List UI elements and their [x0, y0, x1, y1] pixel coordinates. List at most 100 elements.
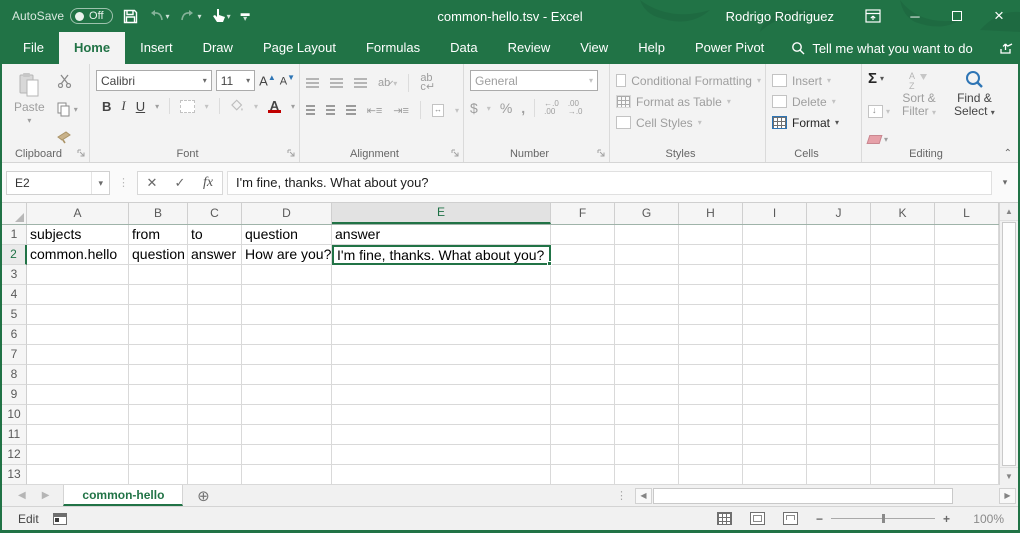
vertical-scrollbar[interactable]: ▲ ▼ [999, 203, 1018, 485]
cell-H7[interactable] [679, 345, 743, 365]
autosum-button[interactable]: Σ [868, 70, 877, 87]
cell-G7[interactable] [615, 345, 679, 365]
share-button[interactable]: Share [989, 41, 1020, 56]
top-align-icon[interactable] [306, 78, 319, 88]
tab-view[interactable]: View [565, 32, 623, 64]
merge-center-dropdown-icon[interactable]: ▾ [455, 106, 459, 115]
cell-E3[interactable] [332, 265, 551, 285]
column-header-C[interactable]: C [188, 203, 242, 224]
row-header-6[interactable]: 6 [2, 325, 27, 345]
cell-L6[interactable] [935, 325, 999, 345]
column-header-L[interactable]: L [935, 203, 999, 224]
cut-icon[interactable] [57, 74, 72, 88]
ribbon-display-options-button[interactable] [852, 0, 894, 32]
cell-D12[interactable] [242, 445, 332, 465]
cell-I11[interactable] [743, 425, 807, 445]
cell-I6[interactable] [743, 325, 807, 345]
cell-B12[interactable] [129, 445, 188, 465]
cell-K6[interactable] [871, 325, 935, 345]
cell-F3[interactable] [551, 265, 615, 285]
tab-help[interactable]: Help [623, 32, 680, 64]
page-layout-view-icon[interactable] [750, 512, 765, 525]
zoom-in-button[interactable]: + [943, 512, 950, 526]
cell-D3[interactable] [242, 265, 332, 285]
maximize-button[interactable] [936, 0, 978, 32]
cell-J2[interactable] [807, 245, 871, 265]
row-header-10[interactable]: 10 [2, 405, 27, 425]
cell-J3[interactable] [807, 265, 871, 285]
cell-K11[interactable] [871, 425, 935, 445]
cell-L13[interactable] [935, 465, 999, 485]
cell-B2[interactable]: question [129, 245, 188, 265]
cell-F11[interactable] [551, 425, 615, 445]
cell-G4[interactable] [615, 285, 679, 305]
cell-A2[interactable]: common.hello [27, 245, 129, 265]
underline-button[interactable]: U [136, 99, 145, 114]
next-sheet-icon[interactable]: ▶ [42, 490, 50, 501]
user-name[interactable]: Rodrigo Rodriguez [726, 9, 834, 24]
cell-I7[interactable] [743, 345, 807, 365]
row-header-1[interactable]: 1 [2, 225, 27, 245]
cell-H9[interactable] [679, 385, 743, 405]
tab-draw[interactable]: Draw [188, 32, 248, 64]
cell-F7[interactable] [551, 345, 615, 365]
cell-C13[interactable] [188, 465, 242, 485]
borders-icon[interactable] [180, 100, 194, 113]
redo-button[interactable]: ▾ [180, 9, 202, 23]
align-right-icon[interactable] [346, 105, 355, 115]
column-header-F[interactable]: F [551, 203, 615, 224]
cell-E8[interactable] [332, 365, 551, 385]
cell-H10[interactable] [679, 405, 743, 425]
clear-button[interactable] [867, 135, 883, 144]
cell-C2[interactable]: answer [188, 245, 242, 265]
cell-F13[interactable] [551, 465, 615, 485]
number-dialog-launcher-icon[interactable] [597, 149, 606, 158]
cell-H6[interactable] [679, 325, 743, 345]
row-header-2[interactable]: 2 [2, 245, 27, 265]
select-all-corner[interactable] [2, 203, 27, 224]
cell-E11[interactable] [332, 425, 551, 445]
customize-qat-button[interactable]: ▬▾ [241, 11, 250, 21]
format-cells-button[interactable]: Format ▾ [772, 112, 857, 133]
paste-dropdown-icon[interactable]: ▾ [27, 116, 31, 125]
prev-sheet-icon[interactable]: ◀ [18, 490, 26, 501]
cell-D13[interactable] [242, 465, 332, 485]
conditional-formatting-button[interactable]: Conditional Formatting ▾ [616, 70, 761, 91]
cell-G8[interactable] [615, 365, 679, 385]
cell-C11[interactable] [188, 425, 242, 445]
cell-A9[interactable] [27, 385, 129, 405]
cell-F6[interactable] [551, 325, 615, 345]
name-box-dropdown-icon[interactable]: ▾ [91, 172, 109, 194]
cell-F9[interactable] [551, 385, 615, 405]
name-box[interactable]: E2 ▾ [6, 171, 110, 195]
cell-D1[interactable]: question [242, 225, 332, 245]
tab-page-layout[interactable]: Page Layout [248, 32, 351, 64]
cell-C9[interactable] [188, 385, 242, 405]
cell-D6[interactable] [242, 325, 332, 345]
cell-L12[interactable] [935, 445, 999, 465]
cell-C7[interactable] [188, 345, 242, 365]
cell-K4[interactable] [871, 285, 935, 305]
cell-G9[interactable] [615, 385, 679, 405]
delete-cells-button[interactable]: Delete ▾ [772, 91, 857, 112]
increase-font-size-button[interactable]: A▲ [259, 73, 276, 88]
cell-I5[interactable] [743, 305, 807, 325]
increase-decimal-icon[interactable]: ←.0.00 [544, 100, 559, 116]
paste-button[interactable]: Paste ▾ [8, 70, 51, 144]
cell-C8[interactable] [188, 365, 242, 385]
sort-filter-button[interactable]: AZ Sort & Filter ▾ [896, 70, 942, 144]
cell-A4[interactable] [27, 285, 129, 305]
cell-A11[interactable] [27, 425, 129, 445]
normal-view-icon[interactable] [717, 512, 732, 525]
cell-K13[interactable] [871, 465, 935, 485]
number-format-select[interactable]: General ▾ [470, 70, 598, 91]
font-dialog-launcher-icon[interactable] [287, 149, 296, 158]
cell-L2[interactable] [935, 245, 999, 265]
cell-H3[interactable] [679, 265, 743, 285]
tab-power-pivot[interactable]: Power Pivot [680, 32, 779, 64]
cell-K1[interactable] [871, 225, 935, 245]
cell-A6[interactable] [27, 325, 129, 345]
cell-I2[interactable] [743, 245, 807, 265]
tab-file[interactable]: File [8, 32, 59, 64]
horizontal-scroll-thumb[interactable] [653, 488, 953, 504]
